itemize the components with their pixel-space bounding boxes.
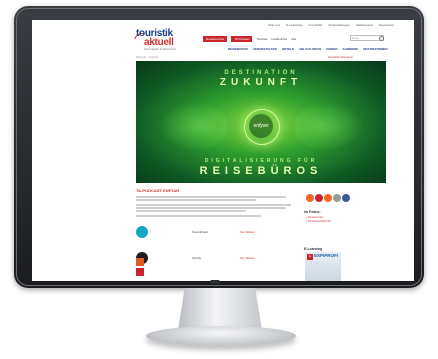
hero-line1: DESTINATION [224, 70, 298, 76]
nav-destinationen[interactable]: DESTINATIONEN [363, 47, 387, 51]
xing-icon[interactable] [324, 194, 332, 202]
tab-ta-podcast[interactable]: TA Podcast [231, 36, 253, 42]
nav-veranstalter[interactable]: VERANSTALTER [253, 47, 277, 51]
facebook-icon[interactable] [342, 194, 350, 202]
nav-karriere[interactable]: KARRIERE [343, 47, 359, 51]
article-text-line [136, 215, 261, 217]
nav-reisen[interactable]: REISEN [326, 47, 337, 51]
podcast-link[interactable]: hier klicken [240, 256, 255, 260]
elearning-ad[interactable]: ta EXPIPROFI [305, 252, 341, 281]
ad-title: EXPIPROFI [314, 253, 339, 258]
left-hand-graphic [158, 101, 228, 151]
logo-text-line2: aktuell [144, 37, 174, 48]
breadcrumb[interactable]: Startseite » Podcast [136, 56, 158, 59]
nav-reisebueros[interactable]: REISEBÜROS [228, 47, 248, 51]
search-icon[interactable] [379, 36, 384, 41]
topbar-link-subscribe[interactable]: Abonnieren [379, 23, 394, 27]
logo-tagline: Fachmagazin für Reisebüros [144, 48, 176, 51]
right-hand-graphic [294, 101, 364, 151]
podcast-name: Soundcloud [192, 230, 208, 234]
topbar-link-cruise[interactable]: Kreuzfahrt [308, 23, 322, 27]
article-text-line [136, 199, 256, 201]
article-text-line [136, 207, 286, 209]
nav-hotels[interactable]: HOTELS [282, 47, 294, 51]
podcast-link[interactable]: hier klicken [240, 230, 255, 234]
rss-icon[interactable] [306, 194, 314, 202]
topbar-link-elearnings[interactable]: E-Learnings [286, 23, 302, 27]
tab-laenderinfos[interactable]: Länderinfos [271, 37, 287, 41]
floating-mail-icon[interactable] [136, 268, 144, 276]
nav-ablauf-infos[interactable]: ABLAUF-INFOS [299, 47, 322, 51]
hero-line2: ZUKUNFT [219, 77, 303, 88]
soundcloud-icon[interactable] [136, 226, 148, 238]
monitor-logo-icon [210, 280, 220, 284]
ad-logo: ta [307, 254, 313, 260]
site-logo[interactable]: touristik aktuell Fachmagazin für Reiseb… [131, 29, 198, 53]
article-title: TA-PODCAST ENFYAN [136, 188, 180, 193]
monitor-stand-neck [178, 288, 262, 330]
topbar-link-jobs[interactable]: Stellenportal [356, 23, 373, 27]
topbar-link-about[interactable]: Über uns [268, 23, 280, 27]
hero-banner: DESTINATION ZUKUNFT enfyan DIGITALISIERU… [136, 61, 386, 183]
tab-touristik[interactable]: Touristik [256, 37, 267, 41]
topbar-link-events[interactable]: Veranstaltungen [328, 23, 350, 27]
article-text-line [136, 196, 286, 198]
sidebar-link[interactable]: » TA Podcast ENFYAN [306, 220, 331, 223]
article-text-line [136, 210, 246, 212]
podcast-name: Spotify [192, 256, 202, 260]
sidebar-box-title: E-Learning [304, 247, 323, 251]
hero-line4: REISEBÜROS [199, 165, 323, 177]
tab-alle[interactable]: Alle [291, 37, 296, 41]
screen: Über uns E-Learnings Kreuzfahrt Veransta… [32, 20, 414, 281]
floating-share-icon[interactable] [136, 258, 144, 266]
secondary-nav: Reiseberichte TA Podcast Touristik Lände… [203, 36, 296, 42]
social-icons [306, 194, 350, 202]
enfyan-badge: enfyan [249, 114, 273, 138]
sidebar-link[interactable]: » Reiseberichte [306, 216, 323, 219]
article-text-line [136, 204, 291, 206]
monitor-stand-base [146, 326, 296, 346]
hero-line3: DIGITALISIERUNG FÜR [204, 158, 318, 164]
monitor-frame: Über uns E-Learnings Kreuzfahrt Veransta… [14, 6, 424, 288]
main-nav: REISEBÜROS VERANSTALTER HOTELS ABLAUF-IN… [228, 47, 388, 51]
tab-reiseberichte[interactable]: Reiseberichte [203, 36, 228, 42]
podcast-row-spotify: Spotify hier klicken [136, 252, 296, 266]
top-utility-bar: Über uns E-Learnings Kreuzfahrt Veransta… [32, 20, 414, 30]
email-icon[interactable] [333, 194, 341, 202]
youtube-icon[interactable] [315, 194, 323, 202]
sidebar-box-title: Im Fokus: [304, 210, 321, 214]
podcast-row-soundcloud: Soundcloud hier klicken [136, 226, 296, 240]
newsletter-link[interactable]: Newsletter abonnieren [328, 56, 353, 59]
